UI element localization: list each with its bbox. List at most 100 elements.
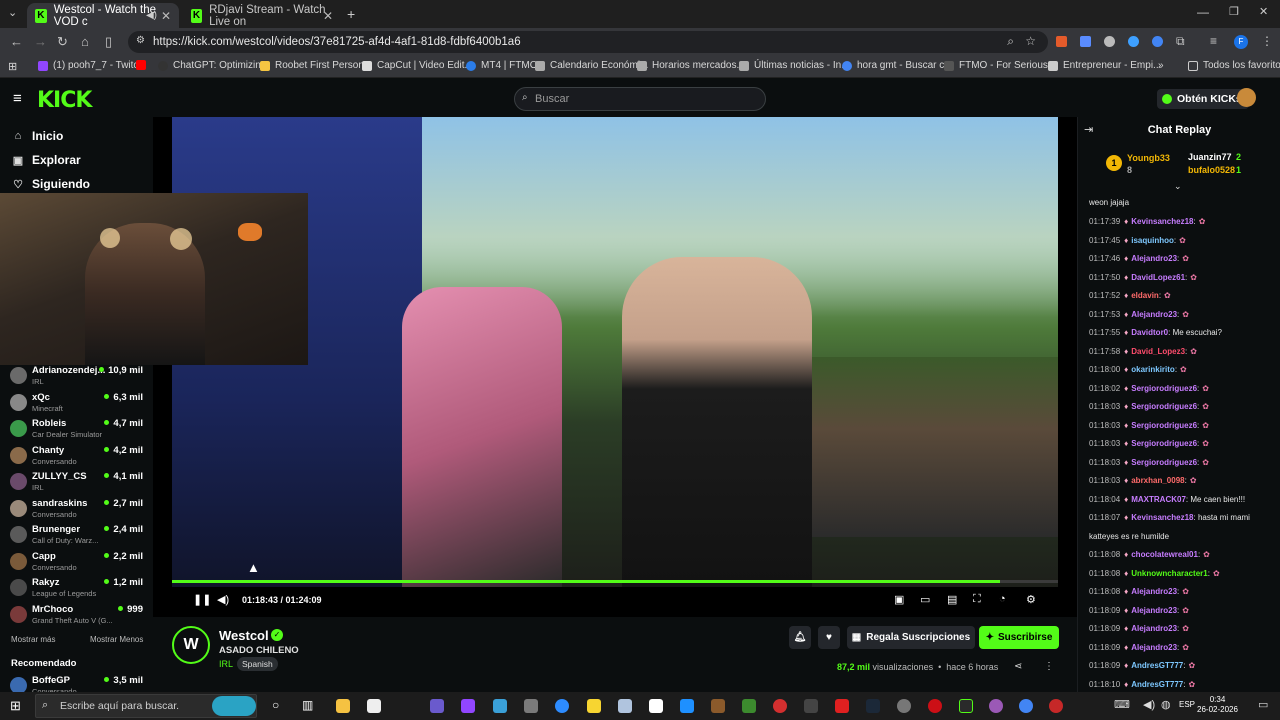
tab-list-icon[interactable]: ⌄ xyxy=(8,6,17,19)
clip-icon[interactable]: ▣ xyxy=(894,593,904,606)
menu-kebab-icon[interactable]: ⋮ xyxy=(1261,34,1273,48)
capcut-icon[interactable] xyxy=(649,699,663,713)
notepad-icon[interactable] xyxy=(367,699,381,713)
chat-username[interactable]: AndresGT777 xyxy=(1131,680,1183,689)
all-bookmarks-folder[interactable]: Todos los favoritos xyxy=(1188,60,1280,71)
chat-username[interactable]: isaquinhoo xyxy=(1131,236,1174,245)
chat-username[interactable]: Unknowncharacter1 xyxy=(1131,569,1207,578)
follow-heart-button[interactable]: ♥ xyxy=(818,626,840,649)
top-gifter-name[interactable]: Youngb33 xyxy=(1127,153,1170,163)
bookmark-item[interactable]: Horarios mercados... xyxy=(637,60,745,71)
share-icon[interactable]: ⋖ xyxy=(1014,661,1022,672)
bookmark-star-icon[interactable]: ☆ xyxy=(1025,34,1036,48)
get-kicks-button[interactable]: Obtén KICKs xyxy=(1157,89,1249,109)
pause-icon[interactable]: ❚❚ xyxy=(193,593,211,606)
app-icon[interactable] xyxy=(835,699,849,713)
app-icon[interactable] xyxy=(680,699,694,713)
audio-icon[interactable]: ◀) xyxy=(146,10,157,21)
chat-username[interactable]: DavidLopez61 xyxy=(1131,273,1185,282)
subscribe-button[interactable]: ✦ Suscribirse xyxy=(979,626,1059,649)
bookmark-item[interactable]: hora gmt - Buscar c... xyxy=(842,60,953,71)
settings-gear-icon[interactable]: ⚙ xyxy=(1026,593,1036,606)
nav-inicio[interactable]: ⌂ Inicio xyxy=(11,129,64,143)
search-input[interactable]: ⌕ Buscar xyxy=(514,87,766,111)
app-icon[interactable] xyxy=(493,699,507,713)
theater-mode-icon[interactable]: ▭ xyxy=(920,593,930,606)
extensions-puzzle-icon[interactable]: ⧉ xyxy=(1176,34,1185,49)
chrome-icon[interactable] xyxy=(1019,699,1033,713)
show-more-link[interactable]: Mostrar más xyxy=(11,635,55,644)
chat-username[interactable]: abrxhan_0098 xyxy=(1131,476,1184,485)
steam-icon[interactable] xyxy=(866,699,880,713)
app-icon[interactable] xyxy=(524,699,538,713)
chat-username[interactable]: Alejandro23 xyxy=(1131,643,1177,652)
bookmark-item[interactable]: Roobet First Person... xyxy=(260,60,372,71)
close-window-icon[interactable]: ✕ xyxy=(1259,5,1268,18)
chat-username[interactable]: MAXTRACK07 xyxy=(1131,495,1186,504)
back-icon[interactable]: ← xyxy=(10,34,23,49)
new-tab-icon[interactable]: + xyxy=(347,6,355,22)
url-bar[interactable]: ⚙ https://kick.com/westcol/videos/37e817… xyxy=(128,31,1048,53)
kick-logo[interactable]: KICK xyxy=(37,88,92,113)
close-tab-icon[interactable]: ✕ xyxy=(161,9,171,23)
opera-icon[interactable] xyxy=(928,699,942,713)
settings-icon[interactable] xyxy=(897,699,911,713)
chat-username[interactable]: David_Lopez3 xyxy=(1131,347,1185,356)
sidebar-channel[interactable]: MrChoco Grand Theft Auto V (G... 999 xyxy=(10,603,150,629)
more-bookmarks-icon[interactable]: » xyxy=(1158,60,1164,71)
chat-username[interactable]: Sergiorodriguez6 xyxy=(1131,421,1197,430)
profile-avatar[interactable]: F xyxy=(1234,35,1248,49)
app-icon[interactable] xyxy=(430,699,444,713)
hamburger-menu-icon[interactable]: ≡ xyxy=(13,90,22,107)
fullscreen-icon[interactable]: ⛶ xyxy=(973,593,981,606)
bookmark-item[interactable]: ChatGPT: Optimizin... xyxy=(158,60,269,71)
file-explorer-icon[interactable] xyxy=(336,699,350,713)
chat-username[interactable]: eldavin xyxy=(1131,291,1159,300)
sidebar-channel[interactable]: Rakyz League of Legends 1,2 mil xyxy=(10,576,150,602)
playback-speed-icon[interactable]: ◔ xyxy=(999,593,1006,605)
chat-username[interactable]: Sergiorodriguez6 xyxy=(1131,439,1197,448)
extension-icon[interactable] xyxy=(1128,36,1139,47)
volume-icon[interactable]: ◀) xyxy=(217,593,229,606)
chat-username[interactable]: Alejandro23 xyxy=(1131,587,1177,596)
volume-icon[interactable]: ◀) xyxy=(1143,698,1155,711)
chat-username[interactable]: Kevinsanchez18 xyxy=(1131,217,1193,226)
sticky-notes-icon[interactable] xyxy=(587,699,601,713)
side-panel-icon[interactable]: ▯ xyxy=(105,34,112,50)
extension-icon[interactable] xyxy=(1104,36,1115,47)
pip-icon[interactable]: ▤ xyxy=(947,593,957,606)
bookmark-item[interactable]: MT4 | FTMO xyxy=(466,60,537,71)
restore-icon[interactable]: ❐ xyxy=(1229,5,1239,18)
tab-rdjavi[interactable]: K RDjavi Stream - Watch Live on ✕ xyxy=(183,3,341,28)
chat-username[interactable]: Davidtor0 xyxy=(1131,328,1168,337)
bookmark-item[interactable]: Últimas noticias - In... xyxy=(739,60,850,71)
nav-explorar[interactable]: ▣ Explorar xyxy=(11,153,81,167)
chat-username[interactable]: Alejandro23 xyxy=(1131,606,1177,615)
app-icon[interactable] xyxy=(959,699,973,713)
keyboard-icon[interactable]: ⌨ xyxy=(1114,698,1130,711)
nav-siguiendo[interactable]: ♡ Siguiendo xyxy=(11,177,90,191)
top-gifter-name[interactable]: bufalo0528 xyxy=(1188,165,1235,175)
sidebar-channel[interactable]: Brunenger Call of Duty: Warz... 2,4 mil xyxy=(10,523,150,549)
bookmark-item[interactable]: (1) pooh7_7 - Twitch xyxy=(38,60,144,71)
bookmark-item[interactable]: CapCut | Video Edit... xyxy=(362,60,473,71)
user-avatar[interactable] xyxy=(1237,88,1256,107)
extension-icon[interactable] xyxy=(1152,36,1163,47)
chat-username[interactable]: okarinkirito xyxy=(1131,365,1175,374)
sidebar-channel[interactable]: xQc Minecraft 6,3 mil xyxy=(10,391,150,417)
category-link[interactable]: IRL xyxy=(219,659,233,669)
chat-username[interactable]: AndresGT777 xyxy=(1131,661,1183,670)
channel-avatar[interactable]: W xyxy=(172,626,210,664)
translate-extension-icon[interactable] xyxy=(1080,36,1091,47)
bookmark-item[interactable]: Entrepreneur - Empi... xyxy=(1048,60,1161,71)
notification-bell-button[interactable]: 🔔︎ xyxy=(789,626,811,649)
language-indicator[interactable]: ESP xyxy=(1179,700,1195,709)
app-icon[interactable] xyxy=(804,699,818,713)
site-info-icon[interactable]: ⚙ xyxy=(136,35,145,46)
cortana-icon[interactable]: ○ xyxy=(272,698,279,712)
language-tag[interactable]: Spanish xyxy=(237,657,278,671)
reading-list-icon[interactable]: ≡ xyxy=(1210,34,1217,48)
minimize-icon[interactable]: — xyxy=(1197,5,1209,19)
chat-username[interactable]: Kevinsanchez18 xyxy=(1131,513,1193,522)
twitch-icon[interactable] xyxy=(461,699,475,713)
